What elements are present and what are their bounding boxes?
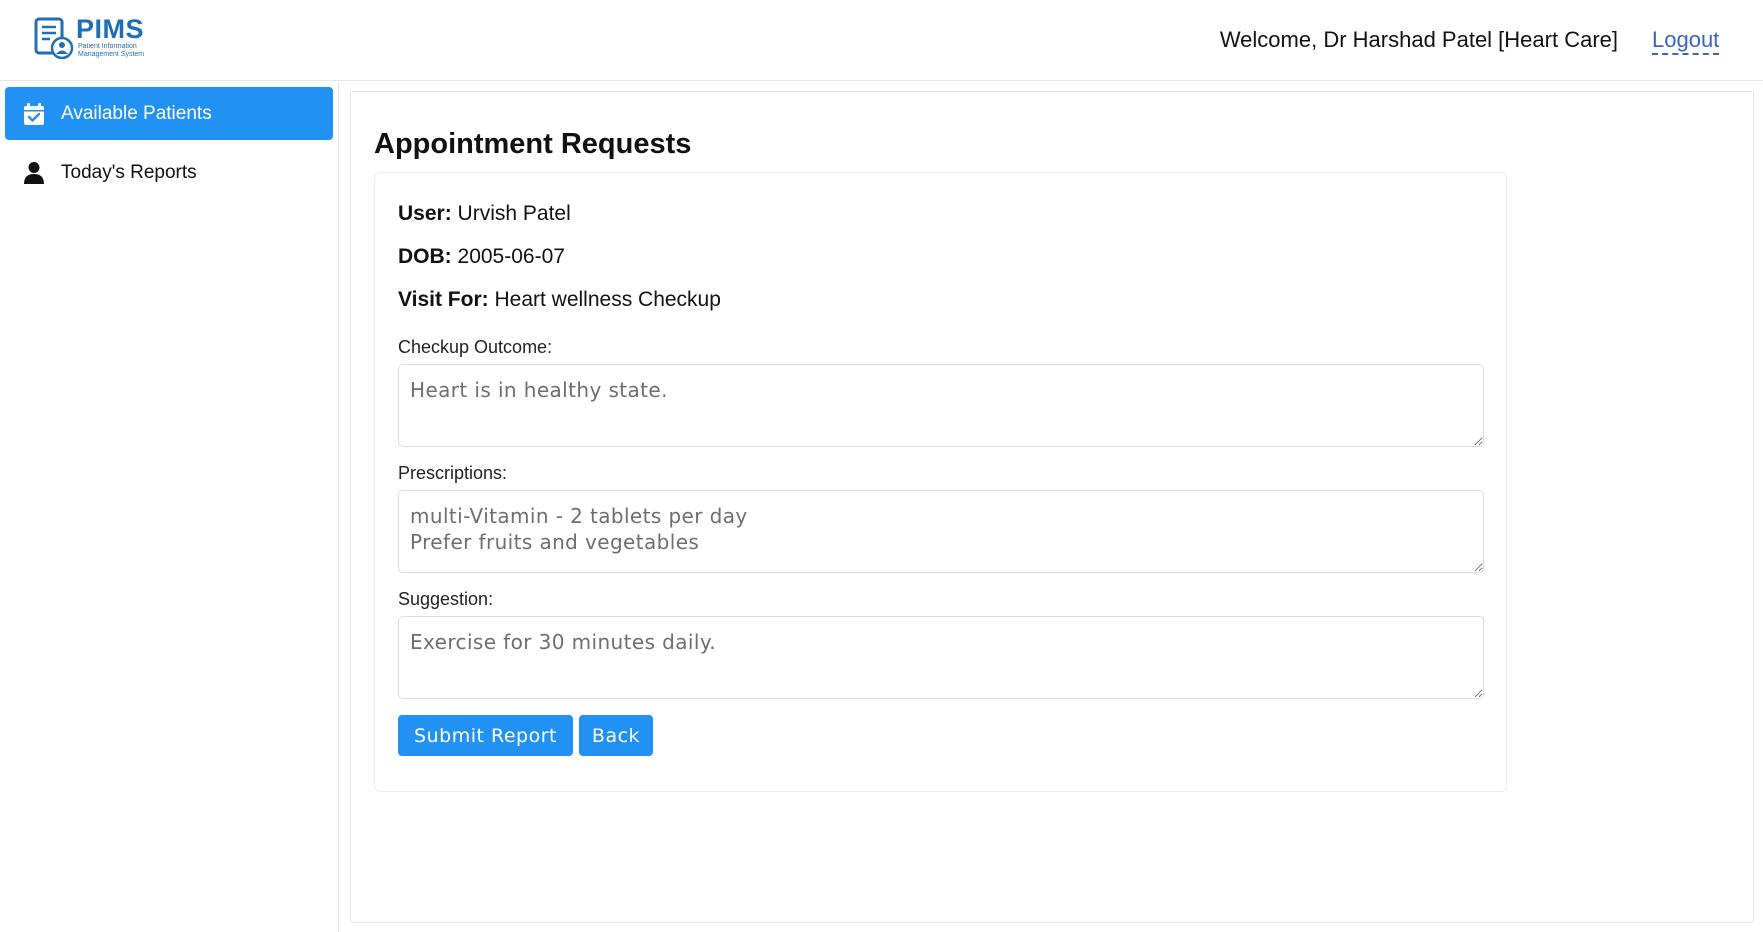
page-title: Appointment Requests [374,128,692,160]
dob-value: 2005-06-07 [457,245,565,268]
suggestion-textarea[interactable]: Exercise for 30 minutes daily. [398,616,1484,699]
pims-logo-icon [34,17,74,59]
user-label: User: [398,202,452,225]
sidebar-item-label: Available Patients [61,102,212,124]
suggestion-label: Suggestion: [398,589,494,609]
welcome-message: Welcome, Dr Harshad Patel [Heart Care] [1219,27,1618,52]
checkup-outcome-textarea[interactable]: Heart is in healthy state. [398,364,1484,447]
sidebar-item-label: Today's Reports [61,161,197,183]
logout-link[interactable]: Logout [1652,27,1720,55]
sidebar-item-available-patients[interactable]: Available Patients [5,87,333,140]
user-value: Urvish Patel [457,202,571,225]
logo-subtitle-line1: Patient Information [78,43,137,50]
logo-title: PIMS [76,14,145,44]
dob-label: DOB: [398,245,452,268]
app-logo[interactable]: PIMS Patient Information Management Syst… [34,16,144,59]
visit-value: Heart wellness Checkup [494,288,721,311]
calendar-check-icon [22,102,46,126]
prescriptions-textarea[interactable]: multi-Vitamin - 2 tablets per day Prefer… [398,490,1484,573]
prescriptions-label: Prescriptions: [398,463,508,483]
patient-user-line: User: Urvish Patel [398,202,571,226]
back-button[interactable]: Back [579,715,653,756]
submit-report-button[interactable]: Submit Report [398,715,573,756]
patient-dob-line: DOB: 2005-06-07 [398,245,565,269]
sidebar: Available Patients Today's Reports [0,82,339,932]
main-panel: Appointment Requests User: Urvish Patel … [350,91,1754,923]
checkup-outcome-label: Checkup Outcome: [398,337,553,357]
logo-subtitle-line2: Management System [78,51,145,58]
top-bar: PIMS Patient Information Management Syst… [0,0,1763,81]
visit-label: Visit For: [398,288,489,311]
patient-visit-line: Visit For: Heart wellness Checkup [398,288,721,312]
sidebar-item-todays-reports[interactable]: Today's Reports [5,146,333,199]
user-icon [22,161,46,185]
logo-text: PIMS Patient Information Management Syst… [76,16,144,59]
appointment-card: User: Urvish Patel DOB: 2005-06-07 Visit… [374,172,1507,792]
